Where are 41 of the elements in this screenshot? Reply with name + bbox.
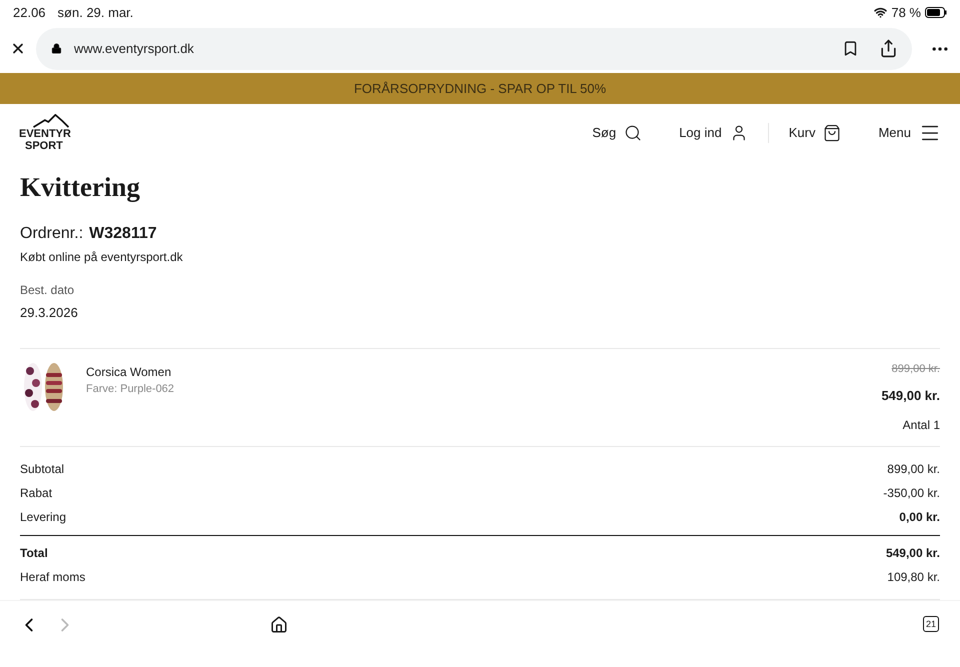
- url-text: www.eventyrsport.dk: [74, 40, 194, 58]
- old-price: 899,00 kr.: [892, 362, 940, 378]
- nav-link[interactable]: Log ind: [679, 122, 748, 142]
- wifi-icon: [874, 6, 888, 20]
- nav-link[interactable]: Menu: [878, 122, 941, 144]
- summary-label: Levering: [20, 509, 66, 526]
- summary-value: 549,00 kr.: [886, 544, 940, 562]
- order-number: W328117: [89, 224, 157, 244]
- order-label: Ordrenr.:: [20, 224, 84, 244]
- summary-label: Heraf moms: [20, 569, 86, 586]
- tabs-button[interactable]: 21: [923, 616, 939, 632]
- sale-price: 549,00 kr.: [881, 386, 940, 405]
- nav-link[interactable]: Kurv: [788, 122, 842, 142]
- nav-link[interactable]: Søg: [592, 122, 642, 142]
- share-icon[interactable]: [879, 39, 898, 58]
- logo[interactable]: EVENTYR SPORT: [19, 114, 73, 152]
- promo-banner[interactable]: FORÅRSOPRYDNING - SPAR OP TIL 50%: [0, 72, 960, 104]
- summary-label: Rabat: [20, 485, 52, 502]
- address-bar[interactable]: www.eventyrsport.dk: [36, 28, 912, 70]
- lock-icon: [51, 43, 62, 54]
- search-icon: [624, 124, 642, 142]
- summary-value: -350,00 kr.: [883, 485, 940, 502]
- bookmark-icon[interactable]: [842, 40, 859, 58]
- summary-value: 109,80 kr.: [887, 569, 940, 586]
- order-channel: Købt online på eventyrsport.dk: [20, 248, 184, 266]
- summary-label: Subtotal: [20, 461, 64, 478]
- product-variant: Farve: Purple-062: [86, 382, 174, 398]
- page-title: Kvittering: [20, 170, 141, 204]
- status-time: 22.06: [13, 4, 46, 22]
- order-date: 29.3.2026: [20, 304, 79, 322]
- summary-label: Total: [20, 544, 48, 562]
- date-label: Best. dato: [20, 282, 76, 299]
- quantity: Antal 1: [902, 417, 940, 434]
- summary-value: 0,00 kr.: [899, 509, 940, 526]
- bag-icon: [823, 124, 842, 142]
- status-date: søn. 29. mar.: [58, 4, 134, 22]
- summary-value: 899,00 kr.: [887, 461, 940, 478]
- product-name[interactable]: Corsica Women: [86, 363, 174, 382]
- battery-icon: [925, 7, 947, 18]
- home-icon[interactable]: [270, 616, 288, 634]
- battery-percent: 78 %: [891, 4, 921, 22]
